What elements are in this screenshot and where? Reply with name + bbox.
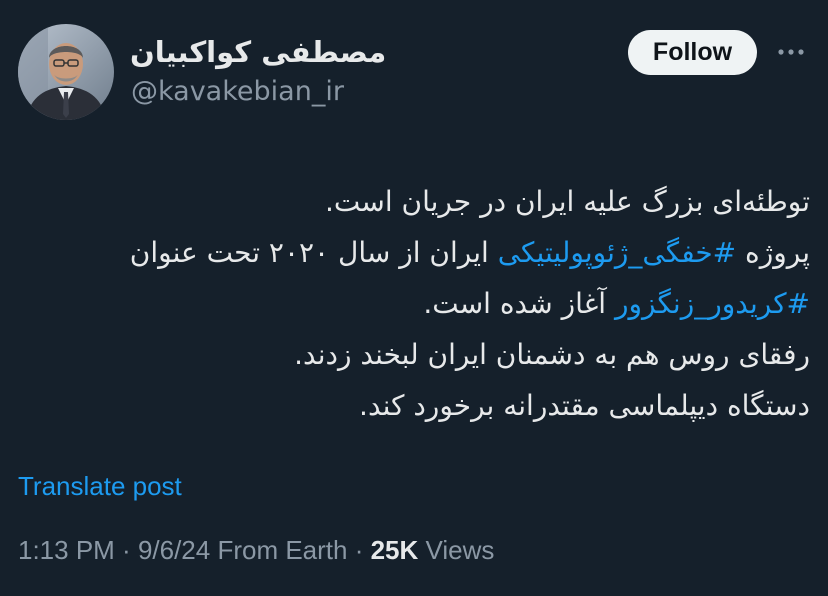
follow-button[interactable]: Follow [628,30,757,75]
tweet-text-fragment: ایران از سال ۲۰۲۰ تحت عنوان [129,236,498,269]
tweet-line: رفقای روس هم به دشمنان ایران لبخند زدند. [294,338,810,371]
tweet-date[interactable]: 9/6/24 [138,535,210,565]
tweet-card: مصطفی کواکبیان @kavakebian_ir Follow توط… [0,0,828,596]
tweet-line: #کریدور_زنگزور آغاز شده است. [14,278,810,329]
tweet-text-fragment: پروژه [736,236,810,269]
hashtag-link[interactable]: #کریدور_زنگزور [615,287,810,320]
hashtag-link[interactable]: #خفگی_ژئوپولیتیکی [498,236,736,269]
translate-post-link[interactable]: Translate post [18,468,182,504]
meta-separator: · [347,535,371,565]
tweet-time[interactable]: 1:13 PM [18,535,115,565]
tweet-text: توطئه‌ای بزرگ علیه ایران در جریان است. پ… [14,176,810,431]
views-count[interactable]: 25K [371,535,419,565]
views-label[interactable]: Views [418,535,495,565]
tweet-line: توطئه‌ای بزرگ علیه ایران در جریان است. [325,185,810,218]
tweet-source: From Earth [210,535,348,565]
avatar-image [18,24,114,120]
tweet-text-fragment: آغاز شده است. [423,287,615,320]
author-handle[interactable]: @kavakebian_ir [131,74,344,110]
tweet-metadata: 1:13 PM · 9/6/24 From Earth · 25K Views [18,532,494,568]
author-display-name[interactable]: مصطفی کواکبیان [130,32,386,72]
meta-separator: · [114,535,138,565]
more-horizontal-icon[interactable] [774,41,808,63]
avatar[interactable] [18,24,114,120]
tweet-line: پروژه #خفگی_ژئوپولیتیکی ایران از سال ۲۰۲… [14,227,810,278]
tweet-line: دستگاه دیپلماسی مقتدرانه برخورد کند. [359,389,810,422]
